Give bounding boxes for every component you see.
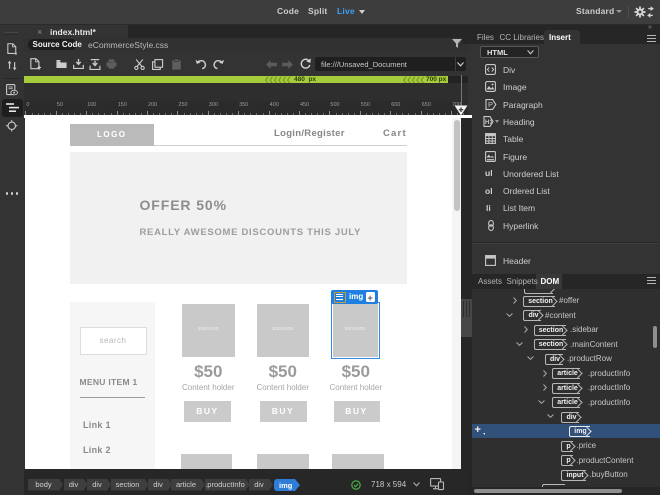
svg-text:H1: H1 bbox=[485, 120, 493, 126]
svg-text:P: P bbox=[488, 100, 493, 109]
